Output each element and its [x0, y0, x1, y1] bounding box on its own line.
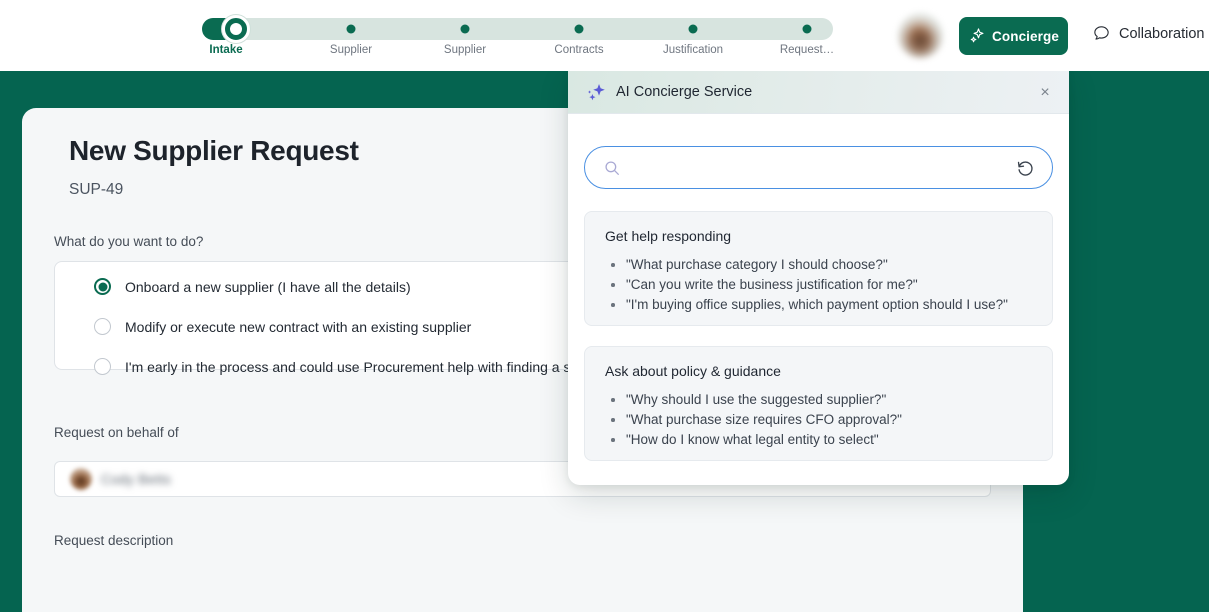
step-dot-icon	[688, 24, 698, 34]
stepper-label-request: Request…	[779, 44, 835, 56]
concierge-button[interactable]: Concierge	[959, 17, 1068, 55]
page-title: New Supplier Request	[69, 135, 359, 166]
record-id: SUP-49	[69, 181, 124, 198]
suggestion-card-title: Get help responding	[605, 228, 732, 244]
user-avatar[interactable]	[898, 13, 943, 58]
sparkle-icon	[587, 84, 605, 101]
stepper-step-supplier-1[interactable]: Supplier	[330, 18, 372, 56]
suggestion-item[interactable]: "What purchase category I should choose?…	[605, 255, 1032, 275]
behalf-field-label: Request on behalf of	[54, 425, 179, 440]
concierge-search-bar[interactable]	[584, 146, 1053, 189]
behalf-user-avatar	[70, 468, 92, 490]
sparkle-icon	[970, 28, 984, 43]
chat-bubble-icon	[1094, 26, 1109, 40]
app-root: Intake Supplier Supplier Contracts Justi…	[0, 0, 1209, 612]
workflow-stepper: Intake Supplier Supplier Contracts Justi…	[202, 15, 834, 56]
step-dot-icon	[802, 24, 812, 34]
stepper-step-supplier-2[interactable]: Supplier	[444, 18, 486, 56]
suggestion-card-policy-guidance: Ask about policy & guidance "Why should …	[584, 346, 1053, 461]
stepper-label-justification: Justification	[662, 44, 724, 56]
suggestion-item[interactable]: "How do I know what legal entity to sele…	[605, 430, 1032, 450]
stepper-label-supplier-1: Supplier	[329, 44, 373, 56]
stepper-track	[211, 18, 833, 40]
radio-option-label: I'm early in the process and could use P…	[125, 358, 613, 375]
suggestion-card-get-help-responding: Get help responding "What purchase categ…	[584, 211, 1053, 326]
intent-field-label: What do you want to do?	[54, 234, 204, 249]
step-dot-icon	[460, 24, 470, 34]
concierge-panel-title: AI Concierge Service	[616, 84, 753, 100]
radio-option-label: Onboard a new supplier (I have all the d…	[125, 278, 411, 295]
radio-option-label: Modify or execute new contract with an e…	[125, 318, 472, 335]
description-field-label: Request description	[54, 533, 174, 548]
suggestion-list: "What purchase category I should choose?…	[605, 255, 1032, 315]
search-icon	[605, 161, 619, 175]
collaboration-label: Collaboration	[1119, 25, 1205, 42]
suggestion-list: "Why should I use the suggested supplier…	[605, 390, 1032, 450]
stepper-step-justification[interactable]: Justification	[663, 18, 723, 56]
stepper-label-contracts: Contracts	[554, 44, 604, 56]
suggestion-card-title: Ask about policy & guidance	[605, 363, 781, 379]
radio-option-onboard[interactable]: Onboard a new supplier (I have all the d…	[94, 278, 411, 295]
history-icon[interactable]	[1016, 159, 1035, 178]
collaboration-button[interactable]: Collaboration	[1092, 24, 1204, 43]
stepper-label-intake: Intake	[209, 44, 243, 56]
step-dot-icon	[346, 24, 356, 34]
radio-option-modify[interactable]: Modify or execute new contract with an e…	[94, 318, 471, 335]
suggestion-item[interactable]: "Why should I use the suggested supplier…	[605, 390, 1032, 410]
stepper-label-supplier-2: Supplier	[443, 44, 487, 56]
concierge-search-input[interactable]	[632, 147, 1012, 188]
top-bar: Intake Supplier Supplier Contracts Justi…	[0, 0, 1209, 71]
step-dot-icon	[574, 24, 584, 34]
radio-icon-unchecked[interactable]	[94, 358, 111, 375]
behalf-user-name: Cody Betts	[101, 471, 172, 487]
radio-icon-unchecked[interactable]	[94, 318, 111, 335]
close-icon[interactable]: ×	[1035, 83, 1055, 103]
active-step-inner-dot	[230, 23, 242, 35]
stepper-step-contracts[interactable]: Contracts	[554, 18, 604, 56]
suggestion-item[interactable]: "I'm buying office supplies, which payme…	[605, 295, 1032, 315]
radio-icon-checked[interactable]	[94, 278, 111, 295]
concierge-button-label: Concierge	[992, 28, 1059, 44]
stepper-step-request[interactable]: Request…	[780, 18, 834, 56]
ai-concierge-panel: AI Concierge Service × Get help respondi…	[568, 71, 1069, 485]
radio-option-early-process[interactable]: I'm early in the process and could use P…	[94, 358, 613, 375]
suggestion-item[interactable]: "What purchase size requires CFO approva…	[605, 410, 1032, 430]
stepper-step-intake[interactable]: Intake	[202, 15, 250, 56]
suggestion-item[interactable]: "Can you write the business justificatio…	[605, 275, 1032, 295]
